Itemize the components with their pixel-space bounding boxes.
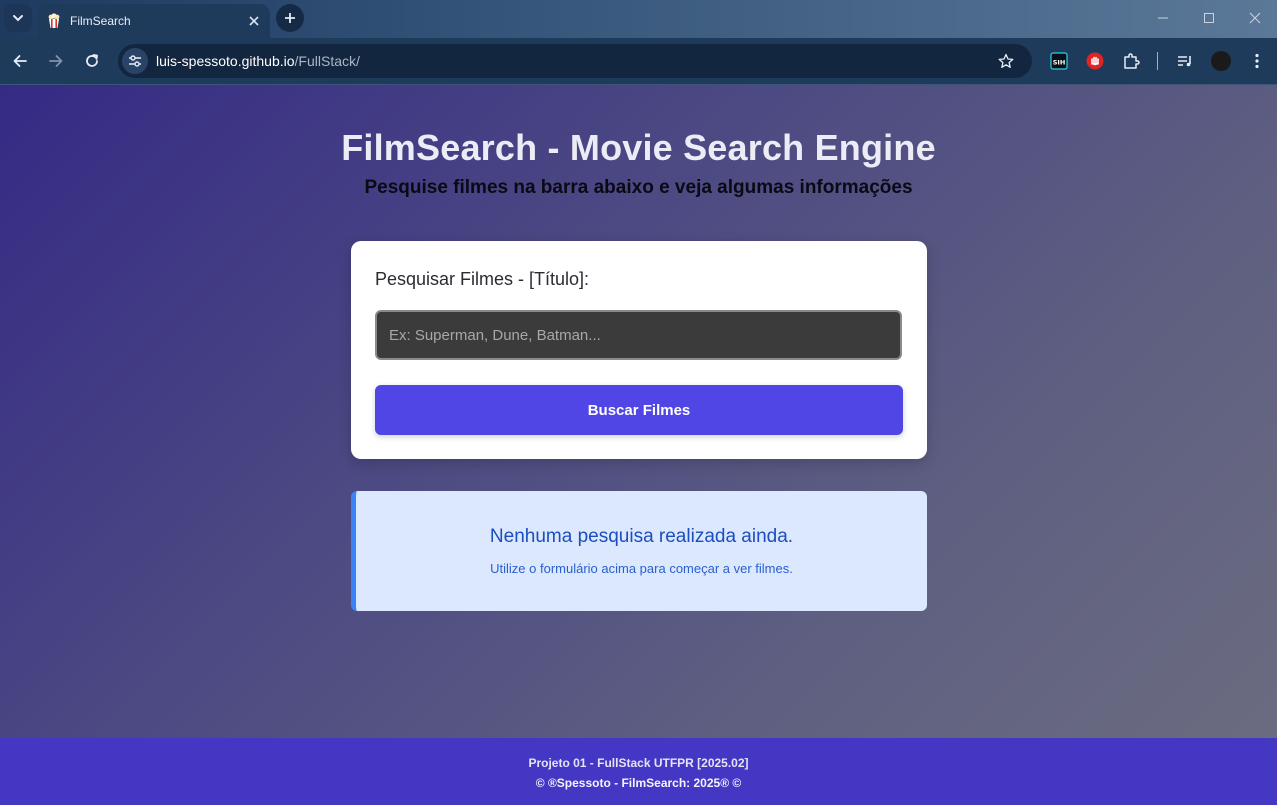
bookmark-button[interactable] [994, 49, 1018, 73]
minimize-icon [1158, 17, 1168, 19]
tab-search-button[interactable] [4, 4, 32, 32]
browser-toolbar: luis-spessoto.github.io/FullStack/ SIH [0, 38, 1277, 84]
playlist-icon [1178, 56, 1191, 67]
footer-copyright-line: © ®Spessoto - FilmSearch: 2025® © [535, 776, 742, 790]
media-controls-button[interactable] [1174, 50, 1196, 72]
extension-blocker-button[interactable] [1084, 50, 1106, 72]
reload-icon [86, 54, 98, 67]
tab-close-button[interactable] [246, 13, 262, 29]
url-host: luis-spessoto.github.io [156, 53, 295, 69]
empty-state-message: Utilize o formulário acima para começar … [490, 561, 793, 576]
close-icon [1249, 12, 1261, 24]
close-icon [249, 16, 259, 26]
svg-text:SIH: SIH [1053, 59, 1066, 67]
plus-icon [285, 13, 295, 23]
maximize-button[interactable] [1198, 8, 1220, 28]
chevron-down-icon [13, 15, 23, 22]
page-viewport: FilmSearch - Movie Search Engine Pesquis… [0, 85, 1277, 805]
tab-strip: FilmSearch [0, 0, 1277, 38]
kebab-menu-icon [1255, 53, 1259, 69]
avatar-icon [1211, 51, 1231, 71]
page-footer: Projeto 01 - FullStack UTFPR [2025.02] ©… [0, 738, 1277, 805]
footer-project-line: Projeto 01 - FullStack UTFPR [2025.02] [528, 756, 749, 770]
maximize-icon [1204, 13, 1214, 23]
sih-icon: SIH [1050, 52, 1068, 70]
page-title: FilmSearch - Movie Search Engine [341, 127, 936, 168]
empty-state-box: Nenhuma pesquisa realizada ainda. Utiliz… [351, 491, 927, 611]
toolbar-divider [1157, 52, 1158, 70]
extension-sih-button[interactable]: SIH [1048, 50, 1070, 72]
hand-stop-icon [1086, 52, 1104, 70]
url-path: /FullStack/ [294, 53, 360, 69]
window-close-button[interactable] [1244, 8, 1266, 28]
active-tab[interactable]: FilmSearch [38, 4, 270, 38]
profile-button[interactable] [1210, 50, 1232, 72]
extensions-button[interactable] [1120, 50, 1142, 72]
back-button[interactable] [8, 49, 32, 73]
page-subtitle: Pesquise filmes na barra abaixo e veja a… [364, 177, 913, 198]
tab-title: FilmSearch [70, 14, 131, 28]
address-bar[interactable]: luis-spessoto.github.io/FullStack/ [118, 44, 1032, 78]
star-icon [998, 53, 1014, 68]
search-label: Pesquisar Filmes - [Título]: [375, 269, 590, 289]
puzzle-icon [1124, 53, 1140, 69]
site-info-button[interactable] [122, 48, 148, 74]
tune-icon [129, 55, 141, 67]
search-movies-button[interactable]: Buscar Filmes [375, 385, 903, 435]
new-tab-button[interactable] [276, 4, 304, 32]
movie-search-input[interactable] [375, 310, 902, 360]
url-text[interactable]: luis-spessoto.github.io/FullStack/ [156, 53, 994, 69]
minimize-button[interactable] [1152, 8, 1174, 28]
search-card: Pesquisar Filmes - [Título]: Buscar Film… [351, 241, 927, 459]
reload-button[interactable] [80, 49, 104, 73]
forward-button[interactable] [44, 49, 68, 73]
popcorn-icon [46, 13, 62, 29]
arrow-left-icon [13, 55, 27, 67]
browser-menu-button[interactable] [1246, 50, 1268, 72]
empty-state-title: Nenhuma pesquisa realizada ainda. [489, 526, 794, 547]
arrow-right-icon [49, 55, 63, 67]
